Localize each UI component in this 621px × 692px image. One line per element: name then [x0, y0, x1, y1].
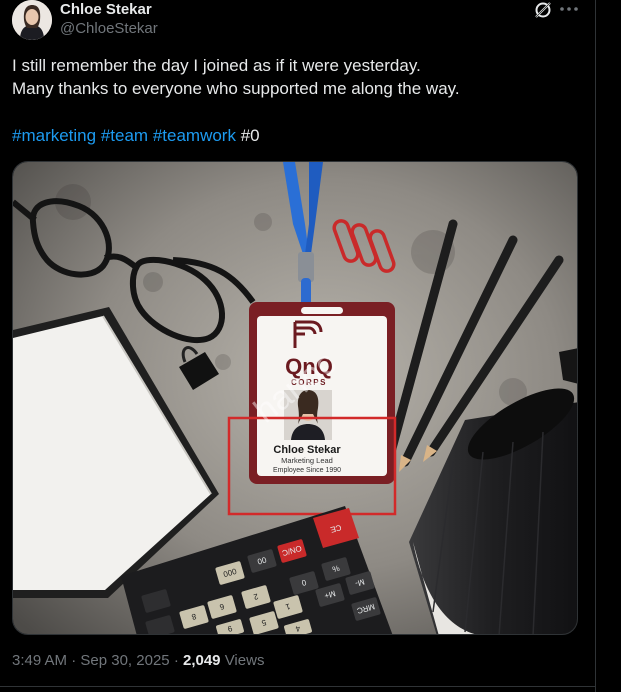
badge-role: Marketing Lead — [281, 456, 333, 465]
views-label: Views — [224, 652, 265, 669]
views-count: 2,049 — [182, 652, 221, 669]
post-text: I still remember the day I joined as if … — [12, 54, 582, 100]
meta-separator: · — [71, 652, 77, 669]
post-text-line: Many thanks to everyone who supported me… — [12, 79, 460, 98]
meta-separator: · — [173, 652, 179, 669]
post-image[interactable]: QnQ CORPS Chloe Stekar Marketing Lead Em… — [12, 161, 578, 635]
hashtag-link[interactable]: #team — [101, 126, 148, 145]
post-date[interactable]: Sep 30, 2025 — [80, 652, 169, 669]
post-meta: 3:49 AM · Sep 30, 2025 · 2,049 Views — [12, 652, 264, 669]
hashtag-trailing: #0 — [240, 126, 260, 145]
hashtag-row: #marketing #team #teamwork #0 — [12, 126, 260, 146]
post-header: Chloe Stekar @ChloeStekar — [12, 0, 587, 44]
post-time[interactable]: 3:49 AM — [12, 652, 67, 669]
post-divider — [0, 686, 595, 687]
badge-holder-name: Chloe Stekar — [273, 444, 341, 456]
hashtag-link[interactable]: #teamwork — [153, 126, 236, 145]
column-divider — [595, 0, 596, 692]
author-name[interactable]: Chloe Stekar — [60, 1, 152, 18]
grok-icon[interactable] — [533, 0, 553, 20]
post-text-line: I still remember the day I joined as if … — [12, 56, 421, 75]
author-handle[interactable]: @ChloeStekar — [60, 20, 158, 37]
more-dots-icon[interactable] — [557, 0, 581, 20]
badge-since: Employee Since 1990 — [273, 467, 341, 474]
hashtag-link[interactable]: #marketing — [12, 126, 96, 145]
avatar[interactable] — [12, 0, 52, 40]
